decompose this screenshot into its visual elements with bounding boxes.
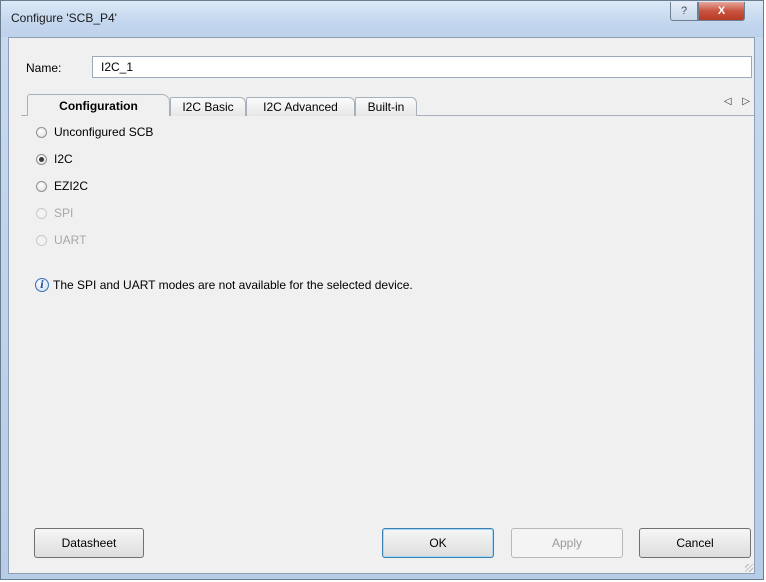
- help-button[interactable]: ?: [670, 2, 698, 21]
- radio-label: EZI2C: [54, 179, 89, 193]
- configure-dialog: Configure 'SCB_P4' ? X Name: Configurati…: [0, 0, 764, 580]
- radio-ezi2c[interactable]: EZI2C: [36, 179, 88, 193]
- resize-grip-icon[interactable]: [745, 564, 753, 572]
- name-input[interactable]: [92, 56, 752, 78]
- radio-label: SPI: [54, 206, 74, 220]
- radio-label: Unconfigured SCB: [54, 125, 154, 139]
- radio-label: I2C: [54, 152, 73, 166]
- tab-configuration[interactable]: Configuration: [27, 94, 170, 116]
- radio-button[interactable]: [36, 153, 47, 165]
- radio-i2c[interactable]: I2C: [36, 152, 73, 166]
- radio-button[interactable]: [36, 126, 47, 138]
- dialog-body: Name: Configuration I2C Basic I2C Advanc…: [8, 37, 755, 574]
- tab-built-in[interactable]: Built-in: [355, 97, 417, 116]
- close-icon: X: [717, 5, 726, 17]
- tab-strip: Configuration I2C Basic I2C Advanced Bui…: [21, 94, 754, 116]
- radio-label: UART: [54, 233, 87, 247]
- window-title: Configure 'SCB_P4': [11, 11, 117, 25]
- cancel-button[interactable]: Cancel: [639, 528, 751, 558]
- info-icon: i: [35, 278, 49, 292]
- tab-i2c-basic[interactable]: I2C Basic: [170, 97, 246, 116]
- radio-button[interactable]: [36, 180, 47, 192]
- name-label: Name:: [26, 61, 62, 75]
- datasheet-button[interactable]: Datasheet: [34, 528, 144, 558]
- radio-uart: UART: [36, 233, 86, 247]
- tab-scroll-arrows-icon[interactable]: ◁ ▷: [724, 96, 754, 107]
- info-text: The SPI and UART modes are not available…: [53, 278, 413, 292]
- radio-button: [36, 234, 47, 246]
- radio-unconfigured-scb[interactable]: Unconfigured SCB: [36, 125, 153, 139]
- help-icon: ?: [680, 5, 688, 17]
- title-bar[interactable]: Configure 'SCB_P4' ? X: [1, 1, 763, 37]
- close-button[interactable]: X: [698, 2, 745, 21]
- apply-button: Apply: [511, 528, 623, 558]
- info-message: i The SPI and UART modes are not availab…: [35, 278, 413, 292]
- radio-spi: SPI: [36, 206, 73, 220]
- tab-i2c-advanced[interactable]: I2C Advanced: [246, 97, 355, 116]
- radio-button: [36, 207, 47, 219]
- ok-button[interactable]: OK: [382, 528, 494, 558]
